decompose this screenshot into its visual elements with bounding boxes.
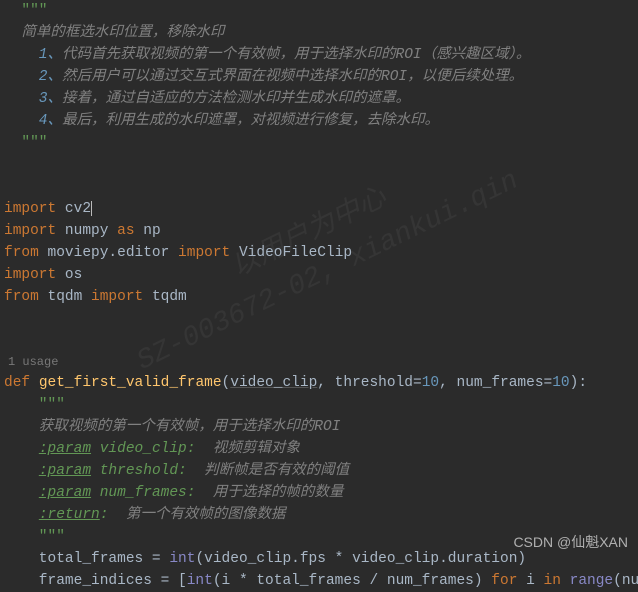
docstring-line: :param video_clip: 视频剪辑对象 bbox=[4, 438, 638, 460]
function-name: get_first_valid_frame bbox=[39, 375, 222, 391]
blank-line bbox=[4, 330, 638, 352]
code-line: frame_indices = [int(i * total_frames / … bbox=[4, 570, 638, 592]
import-line: import numpy as np bbox=[4, 220, 638, 242]
code-editor[interactable]: """ 简单的框选水印位置，移除水印 1、代码首先获取视频的第一个有效帧，用于选… bbox=[0, 0, 638, 592]
docstring-line: :param threshold: 判断帧是否有效的阈值 bbox=[4, 460, 638, 482]
function-def-line: def get_first_valid_frame(video_clip, th… bbox=[4, 372, 638, 394]
docstring-line: """ bbox=[4, 394, 638, 416]
code-line: 简单的框选水印位置，移除水印 bbox=[4, 22, 638, 44]
docstring-line: :param num_frames: 用于选择的帧的数量 bbox=[4, 482, 638, 504]
blank-line bbox=[4, 154, 638, 176]
credit-text: CSDN @仙魁XAN bbox=[513, 531, 628, 553]
import-line: import os bbox=[4, 264, 638, 286]
docstring-line: 获取视频的第一个有效帧，用于选择水印的ROI bbox=[4, 416, 638, 438]
usage-hint[interactable]: 1 usage bbox=[4, 352, 638, 372]
code-line: 4、最后，利用生成的水印遮罩，对视频进行修复，去除水印。 bbox=[4, 110, 638, 132]
import-line: import cv2 bbox=[4, 198, 638, 220]
import-line: from tqdm import tqdm bbox=[4, 286, 638, 308]
docstring-quote: """ bbox=[4, 135, 48, 151]
text-cursor-icon bbox=[91, 201, 92, 216]
blank-line bbox=[4, 308, 638, 330]
code-line: 1、代码首先获取视频的第一个有效帧，用于选择水印的ROI（感兴趣区域）。 bbox=[4, 44, 638, 66]
import-line: from moviepy.editor import VideoFileClip bbox=[4, 242, 638, 264]
docstring-line: :return: 第一个有效帧的图像数据 bbox=[4, 504, 638, 526]
code-line: 2、然后用户可以通过交互式界面在视频中选择水印的ROI，以便后续处理。 bbox=[4, 66, 638, 88]
code-line: """ bbox=[4, 0, 638, 22]
blank-line bbox=[4, 176, 638, 198]
code-line: 3、接着，通过自适应的方法检测水印并生成水印的遮罩。 bbox=[4, 88, 638, 110]
docstring-quote: """ bbox=[4, 3, 48, 19]
code-line: """ bbox=[4, 132, 638, 154]
